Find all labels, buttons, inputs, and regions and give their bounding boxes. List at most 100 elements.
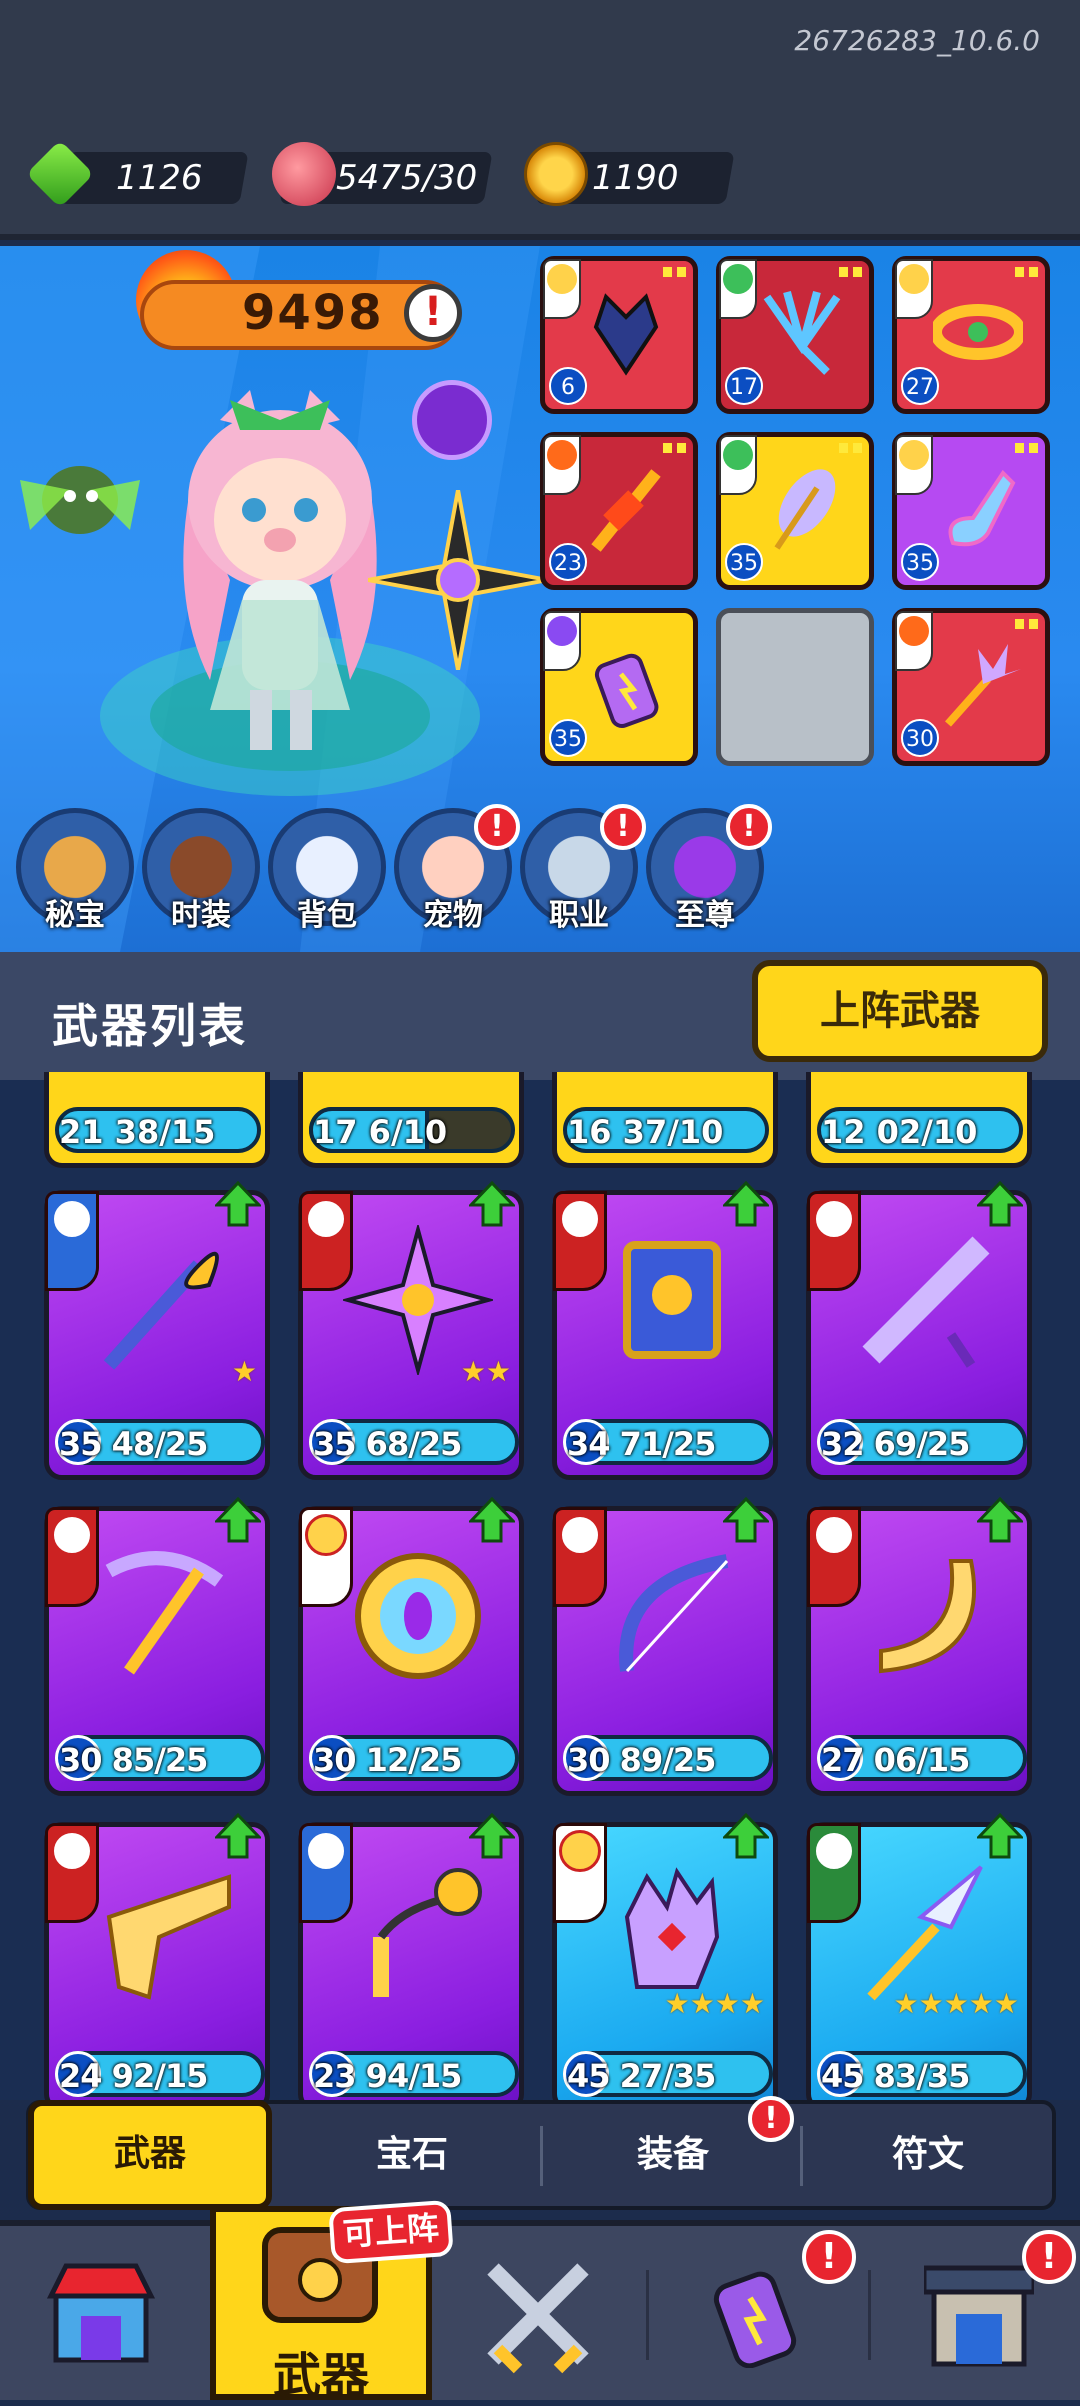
weapon-card[interactable]: 23 94/15 <box>298 1813 524 2112</box>
spellbook-icon <box>623 1241 721 1359</box>
weapon-card[interactable]: 27 06/15 <box>806 1497 1032 1796</box>
upgrade-arrow-icon <box>469 1497 515 1543</box>
weapon-count: 21 38/15 <box>59 1113 216 1151</box>
equip-level: 35 <box>901 543 939 581</box>
deployable-badge: 可上阵 <box>328 2199 454 2265</box>
upgrade-arrow-icon <box>469 1813 515 1859</box>
equip-slot-5[interactable]: 35 <box>716 432 874 590</box>
weapon-count: 12 02/10 <box>821 1113 978 1151</box>
weapon-card[interactable]: ★★★★★ 45 83/35 <box>806 1813 1032 2112</box>
dragon-helmet-icon <box>593 293 659 376</box>
weapon-card[interactable]: ★★ 35 68/25 <box>298 1181 524 1480</box>
crossbow-icon <box>105 1551 224 1675</box>
weapon-count: 24 92/15 <box>59 2057 208 2095</box>
equip-level: 27 <box>901 367 939 405</box>
weapon-card-partial[interactable]: 12 02/10 <box>806 1072 1032 1168</box>
weapon-card[interactable]: ★ 35 48/25 <box>44 1181 270 1480</box>
weapon-count: 45 83/35 <box>821 2057 970 2095</box>
shuriken-weapon-icon <box>368 490 548 670</box>
nav-battle-icon[interactable] <box>478 2254 598 2374</box>
weapon-stars: ★★ <box>460 1355 511 1388</box>
upgrade-arrow-icon <box>723 1813 769 1859</box>
ice-staff-icon <box>103 1251 219 1370</box>
tab-runes[interactable]: 符文 <box>803 2100 1053 2210</box>
meat-icon <box>272 142 336 206</box>
treasure-label: 秘宝 <box>45 898 105 933</box>
shuriken-icon <box>343 1225 493 1375</box>
weapon-count: 30 85/25 <box>59 1741 208 1779</box>
version-label: 26726283_10.6.0 <box>794 24 1040 57</box>
weapon-count: 27 06/15 <box>821 1741 970 1779</box>
nav-divider <box>868 2270 871 2360</box>
equip-slot-4[interactable]: 23 <box>540 432 698 590</box>
supreme-label: 至尊 <box>675 898 735 933</box>
weapon-card[interactable]: 30 85/25 <box>44 1497 270 1796</box>
weapon-count: 45 27/35 <box>567 2057 716 2095</box>
boomerang-icon <box>879 1559 977 1674</box>
weapon-stars: ★★★★★ <box>893 1987 1019 2020</box>
feather-icon <box>774 469 836 550</box>
weapon-count: 23 94/15 <box>313 2057 462 2095</box>
weapon-card-partial[interactable]: 16 37/10 <box>552 1072 778 1168</box>
pet-alert-icon: ! <box>474 804 520 850</box>
equipment-alert-icon: ! <box>748 2096 794 2142</box>
pet-fairy-icon <box>20 466 140 534</box>
weapon-card-partial[interactable]: 17 6/10 <box>298 1072 524 1168</box>
quality-tag <box>719 259 757 319</box>
equip-slot-6[interactable]: 35 <box>892 432 1050 590</box>
tab-gems[interactable]: 宝石 <box>282 2100 542 2210</box>
nav-building-icon[interactable] <box>924 2254 1034 2370</box>
upgrade-arrow-icon <box>723 1181 769 1227</box>
weapon-count: 17 6/10 <box>313 1113 448 1151</box>
nav-potion-icon[interactable] <box>700 2258 810 2368</box>
stars-dots <box>663 443 687 453</box>
quality-tag <box>543 611 581 671</box>
weapon-count: 16 37/10 <box>567 1113 724 1151</box>
equip-level: 23 <box>549 543 587 581</box>
upgrade-arrow-icon <box>977 1181 1023 1227</box>
power-value: 9498 <box>242 285 384 341</box>
upgrade-arrow-icon <box>723 1497 769 1543</box>
equip-slot-2[interactable]: 17 <box>716 256 874 414</box>
flail-icon <box>373 1868 482 1997</box>
weapon-count: 30 12/25 <box>313 1741 462 1779</box>
weapon-card-partial[interactable]: 21 38/15 <box>44 1072 270 1168</box>
weapon-card[interactable]: ★★★★ 45 27/35 <box>552 1813 778 2112</box>
upgrade-arrow-icon <box>469 1181 515 1227</box>
quality-tag <box>719 435 757 495</box>
quality-tag <box>895 259 933 319</box>
equip-level: 17 <box>725 367 763 405</box>
spiked-club-icon <box>862 1236 990 1368</box>
stars-dots <box>663 267 687 277</box>
weapon-count: 35 68/25 <box>313 1425 462 1463</box>
equip-slot-7[interactable]: 35 <box>540 608 698 766</box>
quality-tag <box>543 259 581 319</box>
weapon-card[interactable]: 24 92/15 <box>44 1813 270 2112</box>
trident-claw-icon <box>763 290 841 375</box>
weapon-card[interactable]: 34 71/25 <box>552 1181 778 1480</box>
coin-icon <box>524 142 588 206</box>
equip-level: 30 <box>901 719 939 757</box>
nav-shop-icon[interactable] <box>46 2256 156 2366</box>
potion-alert-icon: ! <box>802 2230 856 2284</box>
weapon-count: 35 48/25 <box>59 1425 208 1463</box>
gems-value: 1126 <box>116 158 203 198</box>
career-alert-icon: ! <box>600 804 646 850</box>
upgrade-arrow-icon <box>977 1813 1023 1859</box>
class-emblem-icon[interactable] <box>412 380 492 460</box>
weapon-card[interactable]: 30 12/25 <box>298 1497 524 1796</box>
power-info-button[interactable]: ! <box>404 284 462 342</box>
equip-slot-empty[interactable] <box>716 608 874 766</box>
weapon-count: 32 69/25 <box>821 1425 970 1463</box>
upgrade-arrow-icon <box>215 1497 261 1543</box>
quality-tag <box>543 435 581 495</box>
weapon-card[interactable]: 32 69/25 <box>806 1181 1032 1480</box>
nav-weapons-label: 武器 <box>272 2348 369 2404</box>
tab-weapons[interactable]: 武器 <box>28 2100 272 2210</box>
deploy-weapon-button[interactable]: 上阵武器 <box>752 960 1048 1062</box>
equip-slot-9[interactable]: 30 <box>892 608 1050 766</box>
equip-slot-3[interactable]: 27 <box>892 256 1050 414</box>
weapon-card[interactable]: 30 89/25 <box>552 1497 778 1796</box>
upgrade-arrow-icon <box>977 1497 1023 1543</box>
equip-slot-1[interactable]: 6 <box>540 256 698 414</box>
